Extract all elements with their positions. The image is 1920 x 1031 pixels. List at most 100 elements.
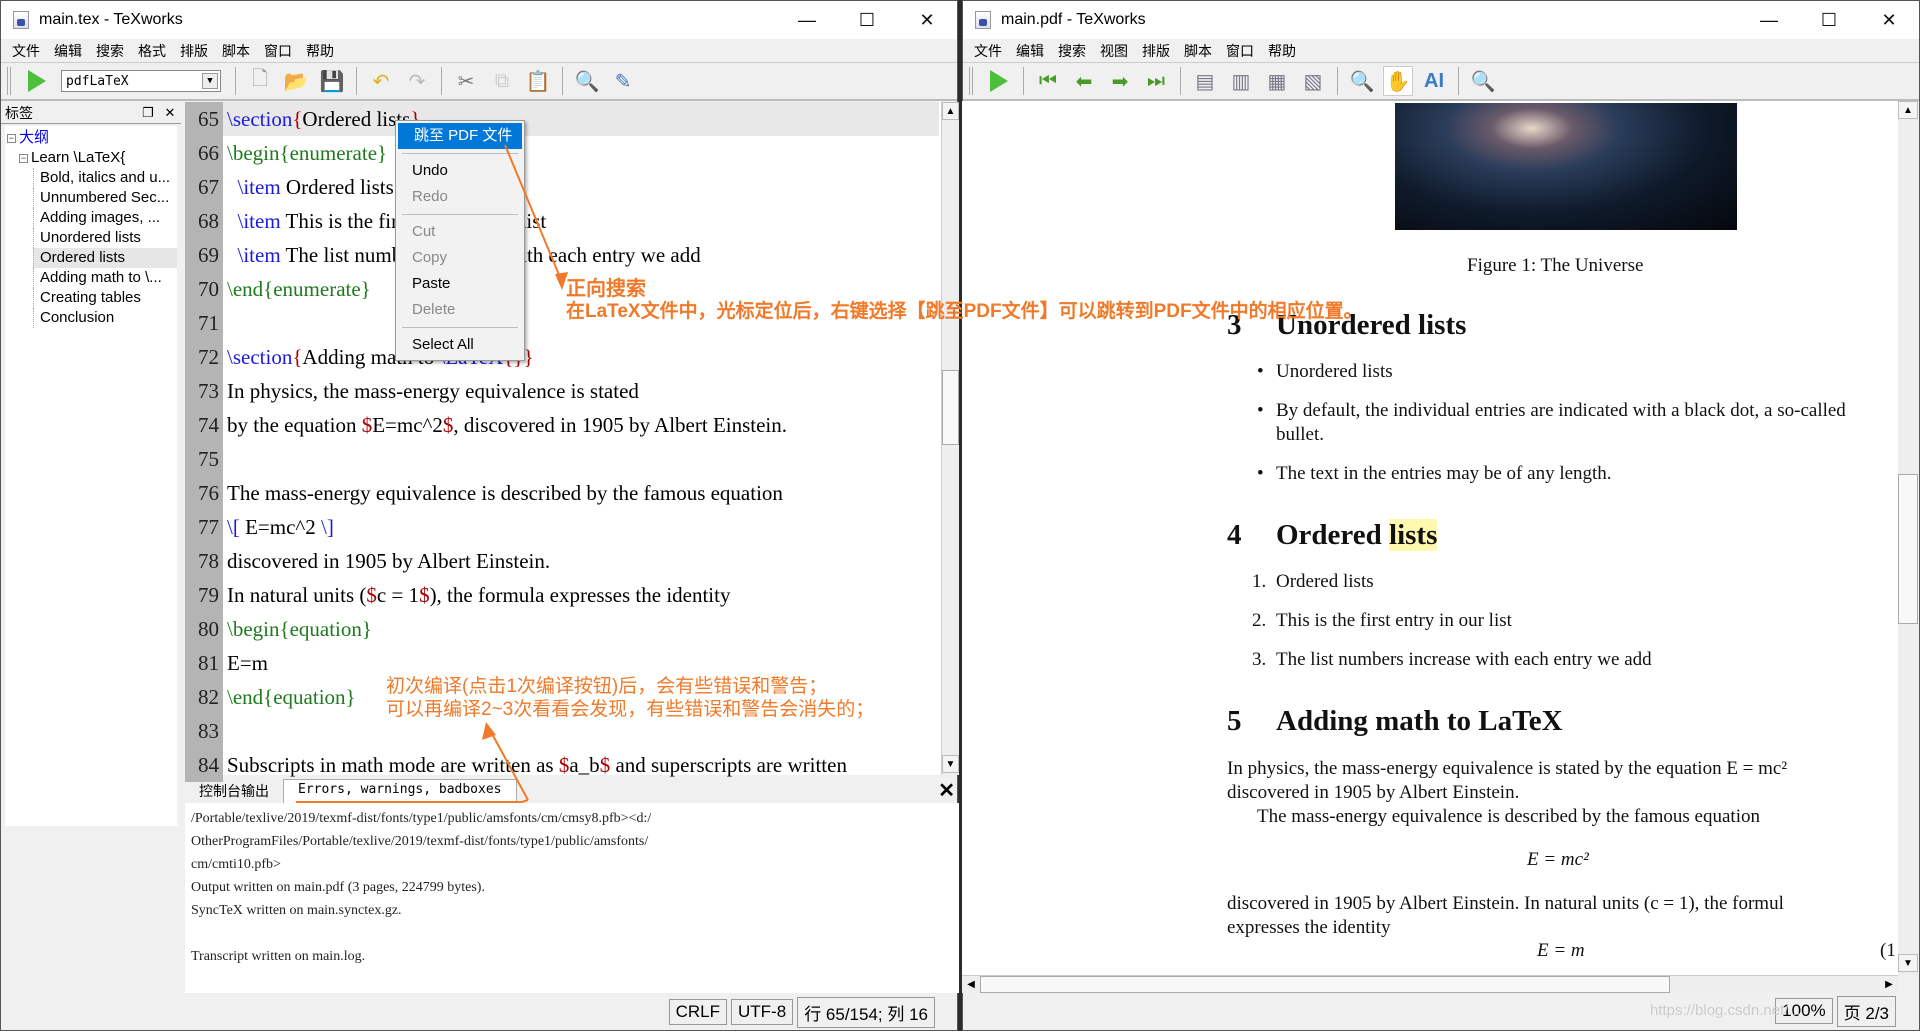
menu-file[interactable]: 文件	[967, 41, 1009, 61]
code-line[interactable]: 78 discovered in 1905 by Albert Einstein.	[185, 544, 939, 578]
tree-item[interactable]: Adding images, ...	[33, 208, 177, 228]
menu-typeset[interactable]: 排版	[1135, 41, 1177, 61]
current-code-line[interactable]: 65 \section{Ordered lists}	[185, 102, 939, 136]
pdf-page-view[interactable]: Figure 1: The Universe 3 Unordered lists…	[962, 101, 1898, 975]
tree-item[interactable]: Unnumbered Sec...	[33, 188, 177, 208]
tree-item[interactable]: Creating tables	[33, 288, 177, 308]
code-line[interactable]: 72\section{Adding math to \LaTeX{}}	[185, 340, 939, 374]
tree-doc[interactable]: − Learn \LaTeX{	[5, 148, 177, 168]
save-button[interactable]: 💾	[317, 66, 347, 96]
code-line[interactable]: 74 by the equation $E=mc^2$, discovered i…	[185, 408, 939, 442]
menu-help[interactable]: 帮助	[1261, 41, 1303, 61]
cut-item[interactable]: Cut	[396, 219, 524, 245]
paste-button[interactable]: 📋	[523, 66, 553, 96]
typeset-button[interactable]	[22, 66, 52, 96]
tree-item[interactable]: Conclusion	[33, 308, 177, 328]
code-line[interactable]: 77 \[ E=mc^2 \]	[185, 510, 939, 544]
menu-format[interactable]: 格式	[131, 41, 173, 61]
pdf-horizontal-scrollbar[interactable]: ◀ ▶	[962, 975, 1898, 993]
menu-scripts[interactable]: 脚本	[215, 41, 257, 61]
redo-button[interactable]: ↷	[402, 66, 432, 96]
close-button[interactable]: ✕	[897, 1, 957, 39]
fit-page-button[interactable]: ▦	[1262, 66, 1292, 96]
cursor-position[interactable]: 行 65/154; 列 16	[797, 996, 935, 1028]
maximize-button[interactable]: ☐	[837, 1, 897, 39]
close-button[interactable]: ✕	[1859, 1, 1919, 39]
menu-edit[interactable]: 编辑	[1009, 41, 1051, 61]
copy-button[interactable]: ⧉	[487, 66, 517, 96]
menu-file[interactable]: 文件	[5, 41, 47, 61]
find-button[interactable]: 🔍	[1468, 66, 1498, 96]
open-button[interactable]: 📂	[281, 66, 311, 96]
scroll-left-arrow[interactable]: ◀	[962, 976, 980, 993]
fit-width-button[interactable]: ▥	[1226, 66, 1256, 96]
scroll-hand-button[interactable]: ✋	[1383, 66, 1413, 96]
actual-size-button[interactable]: ▤	[1190, 66, 1220, 96]
fit-window-button[interactable]: ▧	[1298, 66, 1328, 96]
undo-item[interactable]: Undo	[396, 158, 524, 184]
scroll-thumb[interactable]	[980, 976, 1670, 993]
new-file-button[interactable]: 🗋	[245, 66, 275, 96]
tree-item[interactable]: Bold, italics and u...	[33, 168, 177, 188]
code-line[interactable]: 76 The mass-energy equivalence is describ…	[185, 476, 939, 510]
close-console-icon[interactable]: ✕	[938, 778, 959, 803]
page-indicator[interactable]: 页 2/3	[1836, 995, 1896, 1027]
jump-to-pdf-item[interactable]: 跳至 PDF 文件	[398, 123, 522, 149]
code-line[interactable]: 69 \item The list numbers increase with …	[185, 238, 939, 272]
undo-button[interactable]: ↶	[366, 66, 396, 96]
cut-button[interactable]: ✂	[451, 66, 481, 96]
line-ending[interactable]: CRLF	[668, 999, 728, 1025]
close-panel-icon[interactable]: ✕	[159, 105, 181, 121]
next-page-button[interactable]: ➡	[1105, 66, 1135, 96]
editor-scrollbar[interactable]: ▲ ▼	[941, 102, 959, 775]
toolbar-grip[interactable]	[7, 67, 11, 95]
scroll-down-arrow[interactable]: ▼	[942, 755, 959, 773]
scroll-thumb[interactable]	[1898, 474, 1918, 624]
tree-root[interactable]: − 大纲	[5, 128, 177, 148]
last-page-button[interactable]: ⏭	[1141, 66, 1171, 96]
delete-item[interactable]: Delete	[396, 297, 524, 323]
tab-console-output[interactable]: 控制台输出	[185, 779, 283, 803]
code-line[interactable]: 75	[185, 442, 939, 476]
scroll-up-arrow[interactable]: ▲	[942, 102, 959, 120]
pdf-vertical-scrollbar[interactable]: ▲ ▼	[1898, 101, 1918, 975]
menu-help[interactable]: 帮助	[299, 41, 341, 61]
paste-item[interactable]: Paste	[396, 271, 524, 297]
toolbar-grip[interactable]	[969, 67, 973, 95]
prev-page-button[interactable]: ⬅	[1069, 66, 1099, 96]
scroll-thumb[interactable]	[942, 370, 959, 445]
menu-search[interactable]: 搜索	[1051, 41, 1093, 61]
collapse-icon[interactable]: −	[7, 133, 16, 143]
menu-edit[interactable]: 编辑	[47, 41, 89, 61]
menu-search[interactable]: 搜索	[89, 41, 131, 61]
redo-item[interactable]: Redo	[396, 184, 524, 210]
scroll-down-arrow[interactable]: ▼	[1898, 954, 1918, 972]
code-line[interactable]: 67 \item Ordered lists	[185, 170, 939, 204]
minimize-button[interactable]: —	[1739, 1, 1799, 39]
menu-view[interactable]: 视图	[1093, 41, 1135, 61]
magnify-button[interactable]: 🔍	[1347, 66, 1377, 96]
float-panel-icon[interactable]: ❐	[137, 105, 159, 121]
tree-item[interactable]: Unordered lists	[33, 228, 177, 248]
engine-select[interactable]: pdfLaTeX ▼	[61, 70, 221, 92]
code-line[interactable]: 80 \begin{equation}	[185, 612, 939, 646]
scroll-up-arrow[interactable]: ▲	[1898, 101, 1918, 119]
code-line[interactable]: 66 \begin{enumerate}	[185, 136, 939, 170]
collapse-icon[interactable]: −	[19, 153, 28, 163]
minimize-button[interactable]: —	[777, 1, 837, 39]
encoding[interactable]: UTF-8	[731, 999, 794, 1025]
code-line[interactable]: 79 In natural units ($c = 1$), the formul…	[185, 578, 939, 612]
tree-item[interactable]: Adding math to \...	[33, 268, 177, 288]
menu-window[interactable]: 窗口	[257, 41, 299, 61]
code-line[interactable]: 81 E=m	[185, 646, 939, 680]
menu-scripts[interactable]: 脚本	[1177, 41, 1219, 61]
tree-item-selected[interactable]: Ordered lists	[33, 248, 177, 268]
code-editor[interactable]: 65 \section{Ordered lists} 66 \begin{enumer…	[185, 102, 959, 782]
menu-typeset[interactable]: 排版	[173, 41, 215, 61]
first-page-button[interactable]: ⏮	[1033, 66, 1063, 96]
replace-button[interactable]: ✎	[608, 66, 638, 96]
maximize-button[interactable]: ☐	[1799, 1, 1859, 39]
select-all-item[interactable]: Select All	[396, 332, 524, 358]
find-button[interactable]: 🔍	[572, 66, 602, 96]
code-line[interactable]: 68 \item This is the first entry in our …	[185, 204, 939, 238]
